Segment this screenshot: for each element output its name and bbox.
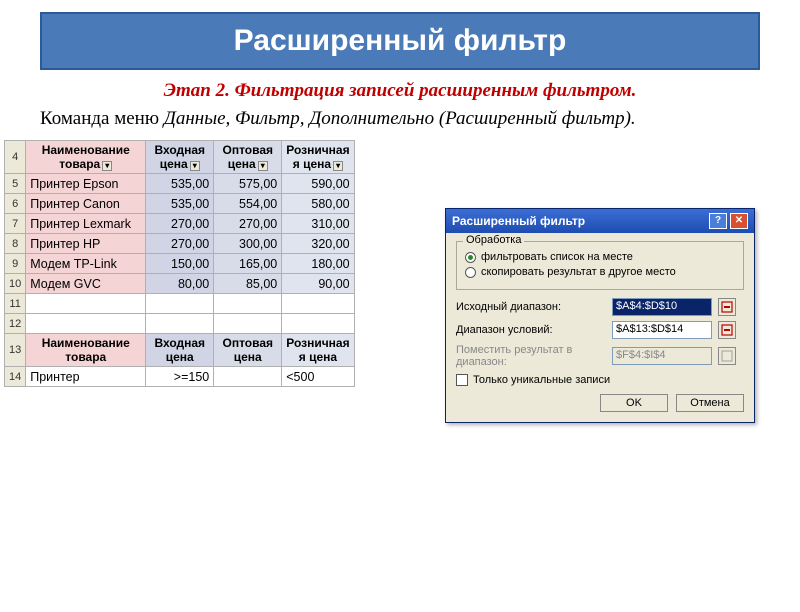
table-row: 10Модем GVC80,0085,0090,00: [5, 274, 355, 294]
source-range-row: Исходный диапазон: $A$4:$D$10: [456, 298, 744, 316]
advanced-filter-dialog: Расширенный фильтр ? ✕ Обработка фильтро…: [445, 208, 755, 423]
filter-dropdown-icon[interactable]: ▾: [102, 161, 112, 171]
unique-records-checkbox[interactable]: Только уникальные записи: [456, 374, 744, 386]
source-range-input[interactable]: $A$4:$D$10: [612, 298, 712, 316]
radio-filter-inplace[interactable]: фильтровать список на месте: [465, 251, 735, 263]
ok-button[interactable]: OK: [600, 394, 668, 412]
criteria-row: 14 Принтер >=150 <500: [5, 367, 355, 387]
criteria-range-label: Диапазон условий:: [456, 324, 606, 336]
dialog-title-text: Расширенный фильтр: [452, 214, 585, 228]
criteria-range-row: Диапазон условий: $A$13:$D$14: [456, 321, 744, 339]
radio-copy-to[interactable]: скопировать результат в другое место: [465, 266, 735, 278]
radio-icon: [465, 252, 476, 263]
processing-groupbox: Обработка фильтровать список на месте ск…: [456, 241, 744, 290]
close-icon[interactable]: ✕: [730, 213, 748, 229]
checkbox-icon: [456, 374, 468, 386]
output-range-input: $F$4:$I$4: [612, 347, 712, 365]
groupbox-legend: Обработка: [463, 234, 524, 246]
table-row: 6Принтер Canon535,00554,00580,00: [5, 194, 355, 214]
source-range-label: Исходный диапазон:: [456, 301, 606, 313]
cancel-button[interactable]: Отмена: [676, 394, 744, 412]
criteria-range-input[interactable]: $A$13:$D$14: [612, 321, 712, 339]
table-row: 8Принтер HP270,00300,00320,00: [5, 234, 355, 254]
radio-icon: [465, 267, 476, 278]
radio-label: скопировать результат в другое место: [481, 266, 676, 278]
range-select-icon: [718, 347, 736, 365]
command-description: Команда меню Данные, Фильтр, Дополнитель…: [40, 108, 760, 130]
output-range-row: Поместить результат в диапазон: $F$4:$I$…: [456, 344, 744, 368]
cmd-prefix: Команда меню: [40, 108, 164, 129]
help-icon[interactable]: ?: [709, 213, 727, 229]
radio-label: фильтровать список на месте: [481, 251, 633, 263]
page-title: Расширенный фильтр: [40, 12, 760, 70]
row-number[interactable]: 4: [5, 141, 26, 174]
col-wholesale-header[interactable]: Оптовая цена▾: [214, 141, 282, 174]
col-name-header[interactable]: Наименование товара▾: [26, 141, 146, 174]
filter-dropdown-icon[interactable]: ▾: [190, 161, 200, 171]
range-select-icon[interactable]: [718, 298, 736, 316]
empty-row: 12: [5, 314, 355, 334]
output-range-label: Поместить результат в диапазон:: [456, 344, 606, 368]
empty-row: 11: [5, 294, 355, 314]
dialog-titlebar[interactable]: Расширенный фильтр ? ✕: [446, 209, 754, 233]
range-select-icon[interactable]: [718, 321, 736, 339]
stage-heading: Этап 2. Фильтрация записей расширенным ф…: [40, 80, 760, 102]
table-row: 5Принтер Epson535,00575,00590,00: [5, 174, 355, 194]
cmd-italic: Данные, Фильтр, Дополнительно (Расширенн…: [164, 108, 636, 129]
table-row: 7Принтер Lexmark270,00270,00310,00: [5, 214, 355, 234]
table-row: 9Модем TP-Link150,00165,00180,00: [5, 254, 355, 274]
col-input-header[interactable]: Входная цена▾: [146, 141, 214, 174]
col-retail-header[interactable]: Розничная я цена▾: [282, 141, 354, 174]
criteria-header-row: 13 Наименование товара Входная цена Опто…: [5, 334, 355, 367]
filter-dropdown-icon[interactable]: ▾: [258, 161, 268, 171]
checkbox-label: Только уникальные записи: [473, 374, 610, 386]
filter-dropdown-icon[interactable]: ▾: [333, 161, 343, 171]
header-row: 4 Наименование товара▾ Входная цена▾ Опт…: [5, 141, 355, 174]
data-table: 4 Наименование товара▾ Входная цена▾ Опт…: [4, 140, 355, 387]
